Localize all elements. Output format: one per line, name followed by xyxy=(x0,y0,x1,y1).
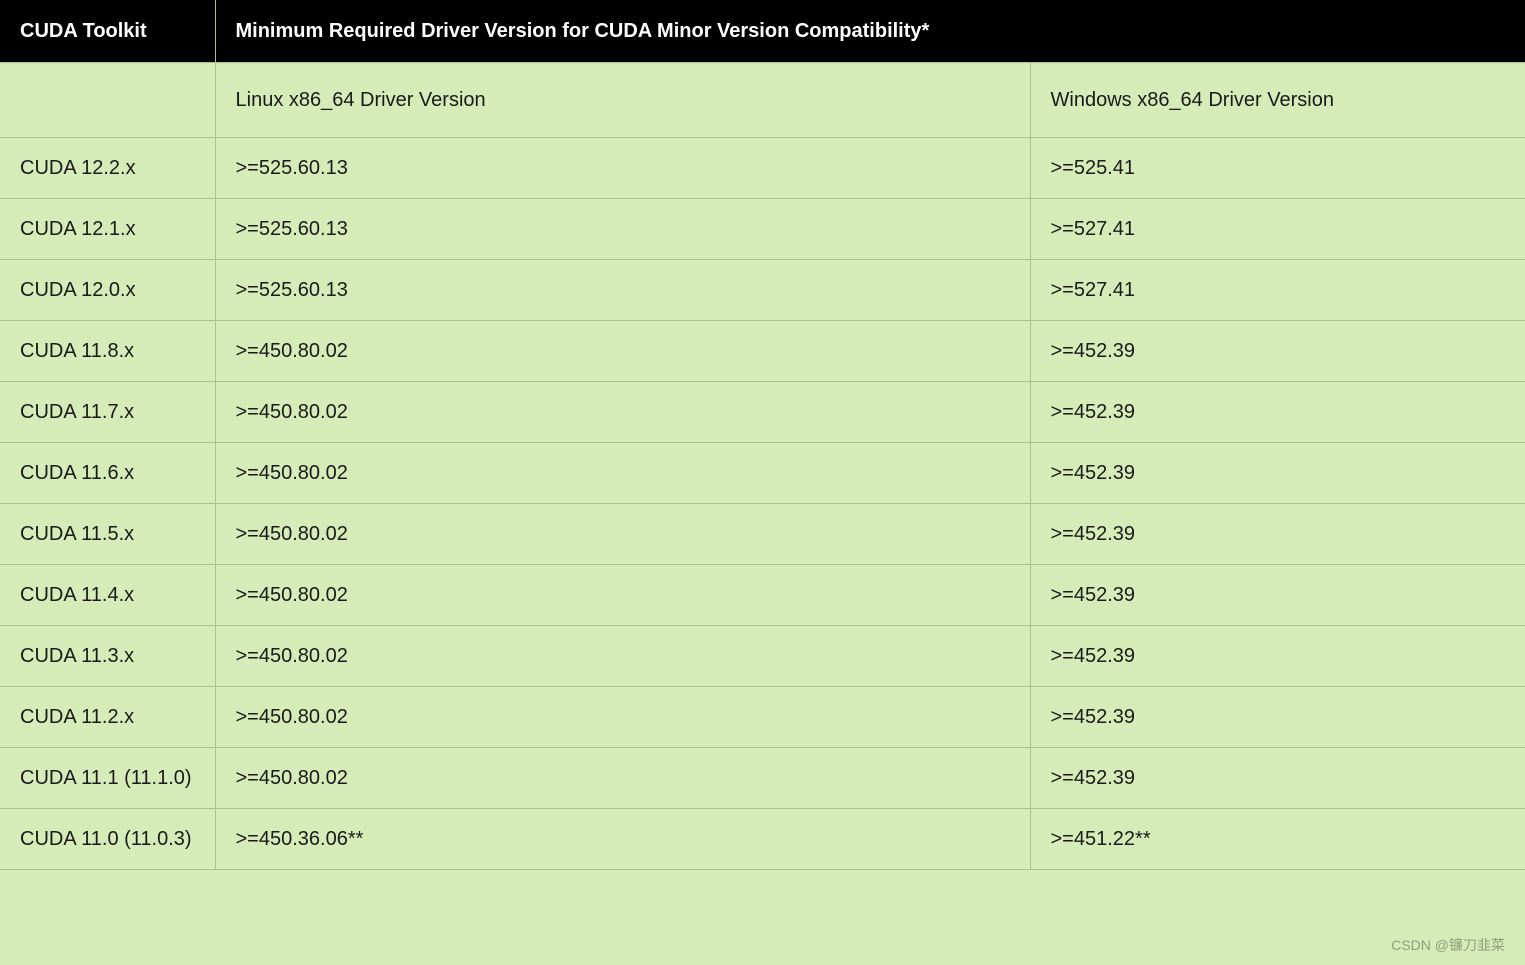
cell-toolkit: CUDA 11.5.x xyxy=(0,504,215,565)
cell-windows: >=527.41 xyxy=(1030,199,1525,260)
cell-toolkit: CUDA 11.3.x xyxy=(0,626,215,687)
cell-linux: >=450.80.02 xyxy=(215,321,1030,382)
table-row: CUDA 11.2.x>=450.80.02>=452.39 xyxy=(0,687,1525,748)
table-row: CUDA 12.0.x>=525.60.13>=527.41 xyxy=(0,260,1525,321)
subheader-linux: Linux x86_64 Driver Version xyxy=(215,63,1030,138)
cell-linux: >=450.80.02 xyxy=(215,504,1030,565)
cell-windows: >=451.22** xyxy=(1030,809,1525,870)
cell-linux: >=450.36.06** xyxy=(215,809,1030,870)
cell-toolkit: CUDA 11.2.x xyxy=(0,687,215,748)
table-row: CUDA 11.7.x>=450.80.02>=452.39 xyxy=(0,382,1525,443)
table-row: CUDA 11.6.x>=450.80.02>=452.39 xyxy=(0,443,1525,504)
table-header-row: CUDA Toolkit Minimum Required Driver Ver… xyxy=(0,0,1525,63)
table-row: CUDA 11.4.x>=450.80.02>=452.39 xyxy=(0,565,1525,626)
subheader-empty xyxy=(0,63,215,138)
cell-toolkit: CUDA 12.1.x xyxy=(0,199,215,260)
table-row: CUDA 11.8.x>=450.80.02>=452.39 xyxy=(0,321,1525,382)
cell-windows: >=452.39 xyxy=(1030,626,1525,687)
table-row: CUDA 12.1.x>=525.60.13>=527.41 xyxy=(0,199,1525,260)
cell-toolkit: CUDA 11.8.x xyxy=(0,321,215,382)
cell-linux: >=450.80.02 xyxy=(215,565,1030,626)
cell-linux: >=450.80.02 xyxy=(215,626,1030,687)
cell-windows: >=452.39 xyxy=(1030,565,1525,626)
cell-windows: >=452.39 xyxy=(1030,443,1525,504)
table-subheader-row: Linux x86_64 Driver Version Windows x86_… xyxy=(0,63,1525,138)
cell-windows: >=452.39 xyxy=(1030,321,1525,382)
cell-windows: >=452.39 xyxy=(1030,382,1525,443)
cell-windows: >=452.39 xyxy=(1030,687,1525,748)
cell-windows: >=452.39 xyxy=(1030,748,1525,809)
cell-linux: >=450.80.02 xyxy=(215,382,1030,443)
table-row: CUDA 11.0 (11.0.3)>=450.36.06**>=451.22*… xyxy=(0,809,1525,870)
table-row: CUDA 11.3.x>=450.80.02>=452.39 xyxy=(0,626,1525,687)
cell-windows: >=452.39 xyxy=(1030,504,1525,565)
table-row: CUDA 12.2.x>=525.60.13>=525.41 xyxy=(0,138,1525,199)
cell-toolkit: CUDA 12.2.x xyxy=(0,138,215,199)
cell-toolkit: CUDA 11.1 (11.1.0) xyxy=(0,748,215,809)
header-toolkit: CUDA Toolkit xyxy=(0,0,215,63)
cell-linux: >=450.80.02 xyxy=(215,748,1030,809)
header-driver: Minimum Required Driver Version for CUDA… xyxy=(215,0,1525,63)
table-row: CUDA 11.1 (11.1.0)>=450.80.02>=452.39 xyxy=(0,748,1525,809)
cell-linux: >=525.60.13 xyxy=(215,260,1030,321)
cell-windows: >=527.41 xyxy=(1030,260,1525,321)
driver-compat-table: CUDA Toolkit Minimum Required Driver Ver… xyxy=(0,0,1525,870)
cell-linux: >=450.80.02 xyxy=(215,443,1030,504)
cell-toolkit: CUDA 11.0 (11.0.3) xyxy=(0,809,215,870)
watermark: CSDN @镰刀韭菜 xyxy=(1391,935,1505,955)
cell-toolkit: CUDA 11.7.x xyxy=(0,382,215,443)
cell-toolkit: CUDA 11.4.x xyxy=(0,565,215,626)
cell-toolkit: CUDA 12.0.x xyxy=(0,260,215,321)
cell-windows: >=525.41 xyxy=(1030,138,1525,199)
subheader-windows: Windows x86_64 Driver Version xyxy=(1030,63,1525,138)
cell-linux: >=525.60.13 xyxy=(215,138,1030,199)
cell-toolkit: CUDA 11.6.x xyxy=(0,443,215,504)
cell-linux: >=525.60.13 xyxy=(215,199,1030,260)
cell-linux: >=450.80.02 xyxy=(215,687,1030,748)
table-row: CUDA 11.5.x>=450.80.02>=452.39 xyxy=(0,504,1525,565)
